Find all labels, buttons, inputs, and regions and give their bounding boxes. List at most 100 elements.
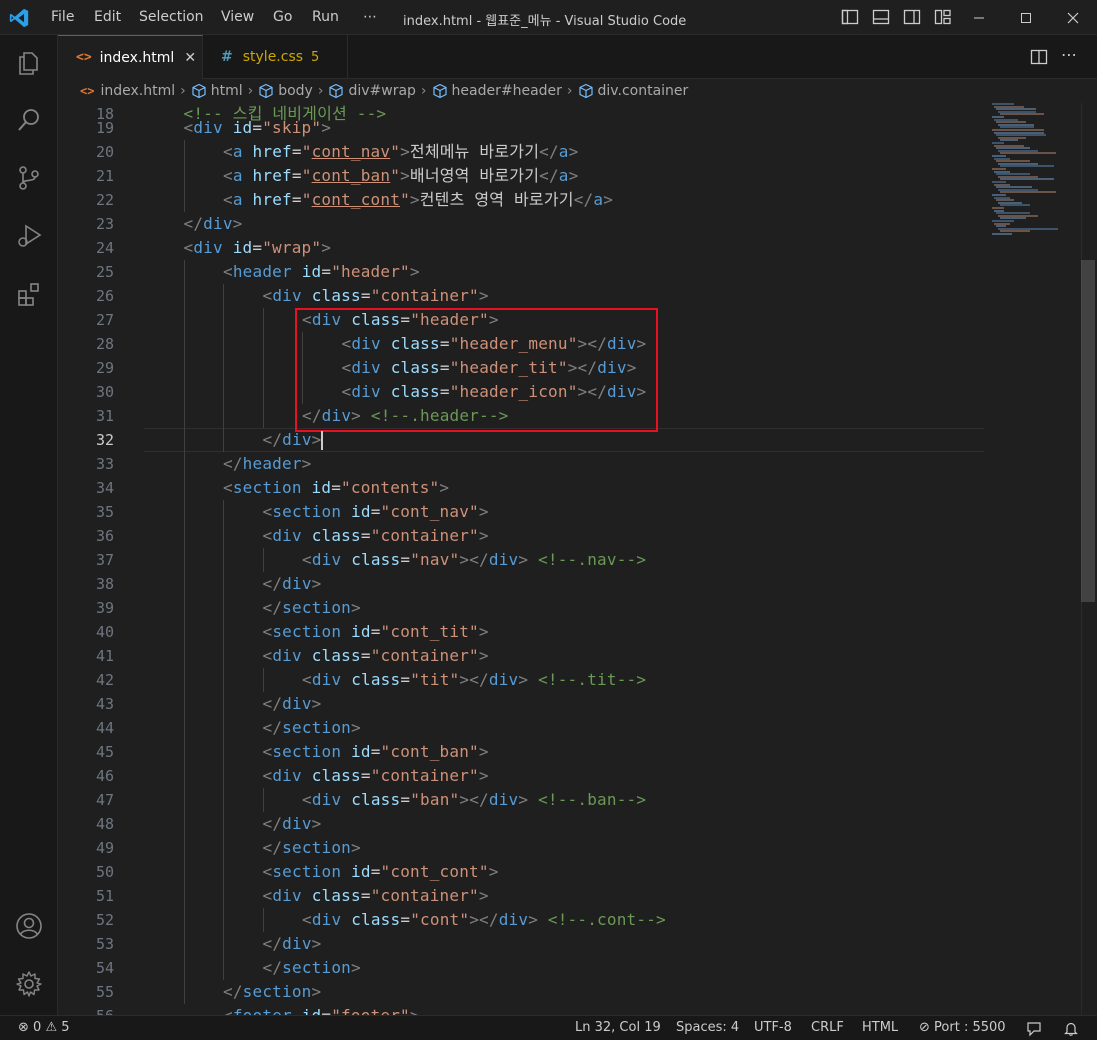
tab-index-html[interactable]: <> index.html ✕ [58, 35, 203, 79]
line-number-gutter: 18 19 20 21 22 23 24 25 26 27 28 29 30 31 32 33 34 35 36 37… [58, 103, 114, 1015]
minimap-line [992, 233, 1012, 235]
line-number: 55 [95, 983, 114, 1001]
extensions-button[interactable] [12, 277, 46, 311]
line-number: 34 [95, 479, 114, 497]
explorer-button[interactable] [12, 46, 46, 80]
indentation-setting[interactable]: Spaces: 4 [676, 1020, 739, 1035]
indent-guide [183, 188, 185, 212]
line-number: 21 [95, 167, 114, 185]
indent-guide [183, 908, 185, 932]
indent-guide [262, 548, 264, 572]
manage-button[interactable] [12, 967, 46, 1001]
menu-edit[interactable]: Edit [94, 9, 121, 25]
code-line: <div class="ban"></div> <!--.ban--> [302, 790, 647, 809]
toggle-panel-icon[interactable] [872, 8, 890, 26]
breadcrumb-item[interactable]: div.container [598, 83, 689, 99]
indent-guide [183, 956, 185, 980]
toggle-secondary-sidebar-icon[interactable] [903, 8, 921, 26]
tab-label: style.css [242, 49, 304, 65]
more-actions-icon[interactable]: ⋯ [1061, 45, 1077, 64]
indent-guide [262, 404, 264, 428]
customize-layout-icon[interactable] [934, 8, 952, 26]
minimap[interactable] [988, 103, 1083, 243]
menu-more[interactable]: ⋯ [363, 9, 377, 25]
code-line: </section> [223, 982, 322, 1001]
language-mode[interactable]: HTML [862, 1020, 898, 1035]
menu-file[interactable]: File [51, 9, 74, 25]
maximize-button[interactable] [1003, 0, 1049, 35]
breadcrumb-item[interactable]: html [211, 83, 243, 99]
chevron-right-icon: › [317, 83, 324, 99]
tab-style-css[interactable]: # style.css 5 [203, 35, 348, 79]
indent-guide [183, 140, 185, 164]
toggle-primary-sidebar-icon[interactable] [841, 8, 859, 26]
scrollbar-thumb[interactable] [1081, 260, 1095, 602]
code-line: </div> [262, 694, 322, 713]
breadcrumb-item[interactable]: div#wrap [348, 83, 415, 99]
indent-guide [223, 596, 224, 620]
menu-go[interactable]: Go [273, 9, 292, 25]
close-tab-icon[interactable]: ✕ [184, 50, 196, 66]
split-editor-icon[interactable] [1030, 48, 1048, 66]
problem-count-badge: 5 [311, 49, 320, 65]
indent-guide [183, 572, 185, 596]
line-number: 37 [95, 551, 114, 569]
code-line: </div> [262, 814, 322, 833]
menu-selection[interactable]: Selection [139, 9, 204, 25]
indent-guide [223, 812, 224, 836]
code-editor[interactable]: 18 19 20 21 22 23 24 25 26 27 28 29 30 31 32 33 34 35 36 37… [58, 103, 1097, 1015]
eol-setting[interactable]: CRLF [811, 1020, 844, 1035]
menu-view[interactable]: View [221, 9, 254, 25]
code-line: <section id="cont_tit"> [262, 622, 489, 641]
indent-guide [183, 500, 185, 524]
breadcrumb-item[interactable]: index.html [100, 83, 175, 99]
indent-guide [183, 884, 185, 908]
chevron-right-icon: › [566, 83, 573, 99]
problems-indicator[interactable]: ⊗ 0 ⚠ 5 [18, 1020, 70, 1035]
element-cube-icon [259, 83, 273, 99]
close-window-button[interactable] [1050, 0, 1096, 35]
indent-guide [223, 932, 224, 956]
breadcrumb-item[interactable]: header#header [452, 83, 562, 99]
minimize-button[interactable] [956, 0, 1002, 35]
code-line: <a href="cont_cont">컨텐츠 영역 바로가기</a> [223, 190, 614, 209]
code-line: </section> [262, 838, 361, 857]
search-button[interactable] [12, 103, 46, 137]
menu-run[interactable]: Run [312, 9, 339, 25]
line-number: 23 [95, 215, 114, 233]
line-number: 27 [95, 311, 114, 329]
feedback-icon[interactable] [1026, 1021, 1042, 1037]
code-lines[interactable]: <!-- 스킵 네비게이션 --> <div id="skip"> <a href=… [144, 103, 1044, 1015]
indent-guide [183, 836, 185, 860]
indent-guide [183, 380, 185, 404]
accounts-button[interactable] [12, 909, 46, 943]
code-line: <div class="tit"></div> <!--.tit--> [302, 670, 647, 689]
notifications-bell-icon[interactable] [1063, 1021, 1079, 1037]
text-cursor [321, 431, 323, 450]
line-number: 25 [95, 263, 114, 281]
live-server-port[interactable]: ⊘ Port : 5500 [919, 1020, 1006, 1035]
indent-guide [183, 620, 185, 644]
indent-guide [183, 164, 185, 188]
code-line: <div class="nav"></div> <!--.nav--> [302, 550, 647, 569]
encoding-setting[interactable]: UTF-8 [754, 1020, 792, 1035]
line-number: 54 [95, 959, 114, 977]
run-debug-button[interactable] [12, 219, 46, 253]
code-line: <section id="cont_nav"> [262, 502, 489, 521]
indent-guide [183, 764, 185, 788]
breadcrumb: <> index.html › html › body › div#wrap ›… [58, 79, 1097, 103]
breadcrumb-item[interactable]: body [278, 83, 313, 99]
activity-bar [0, 35, 58, 1015]
chevron-right-icon: › [180, 83, 186, 99]
tab-label: index.html [99, 49, 175, 66]
source-control-button[interactable] [12, 161, 46, 195]
html-file-icon: <> [80, 84, 95, 98]
cursor-position[interactable]: Ln 32, Col 19 [575, 1020, 661, 1035]
line-number: 28 [95, 335, 114, 353]
code-line: <a href="cont_ban">배너영역 바로가기</a> [223, 166, 579, 185]
indent-guide [223, 668, 224, 692]
code-line: </div> [262, 574, 322, 593]
account-icon [16, 913, 42, 939]
run-debug-icon [18, 224, 42, 247]
indent-guide [262, 668, 264, 692]
